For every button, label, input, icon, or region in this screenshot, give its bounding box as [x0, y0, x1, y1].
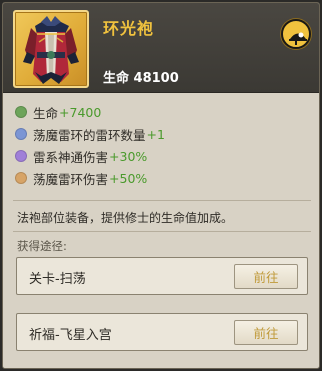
- attribute-row-0: 生命 +7400: [15, 101, 309, 123]
- attribute-label: 荡魔雷环伤害: [33, 171, 109, 187]
- item-icon-frame: [13, 10, 89, 88]
- attribute-list: 生命 +7400 荡魔雷环的雷环数量 +1 雷系神通伤害 +30% 荡魔雷环伤害…: [15, 101, 309, 189]
- attribute-row-1: 荡魔雷环的雷环数量 +1: [15, 123, 309, 145]
- item-detail-panel: 环光袍 生命 48100 生命 +7400 荡魔雷环的雷环数量 +1 雷系神通伤…: [2, 2, 320, 369]
- obtain-source-label: 关卡-扫荡: [29, 272, 86, 287]
- obtain-source-row: 祈福-飞星入宫 前往: [16, 313, 308, 351]
- item-header: 环光袍 生命 48100: [3, 3, 319, 93]
- attribute-gem-icon: [15, 172, 27, 184]
- attribute-label: 雷系神通伤害: [33, 149, 109, 165]
- attribute-gem-icon: [15, 128, 27, 140]
- hat-icon-button[interactable]: [281, 19, 311, 49]
- attribute-gem-icon: [15, 150, 27, 162]
- attribute-value: +30%: [109, 148, 148, 164]
- item-description: 法袍部位装备，提供修士的生命值加成。: [17, 211, 234, 225]
- divider: [13, 231, 311, 232]
- attribute-value: +1: [146, 126, 165, 142]
- attribute-value: +7400: [59, 104, 102, 120]
- attribute-gem-icon: [15, 106, 27, 118]
- item-name: 环光袍: [103, 19, 155, 38]
- obtain-source-label: 祈福-飞星入宫: [29, 328, 112, 343]
- obtain-title: 获得途径:: [17, 239, 67, 253]
- go-button[interactable]: 前往: [234, 264, 298, 289]
- obtain-source-row: 关卡-扫荡 前往: [16, 257, 308, 295]
- item-stat-label: 生命: [103, 71, 130, 86]
- go-button[interactable]: 前往: [234, 320, 298, 345]
- attribute-label: 荡魔雷环的雷环数量: [33, 127, 146, 143]
- item-main-stat: 生命 48100: [103, 67, 179, 86]
- attribute-row-2: 雷系神通伤害 +30%: [15, 145, 309, 167]
- attribute-row-3: 荡魔雷环伤害 +50%: [15, 167, 309, 189]
- robe-icon: [23, 16, 79, 84]
- attribute-label: 生命: [33, 105, 59, 121]
- attribute-value: +50%: [109, 170, 148, 186]
- item-stat-value: 48100: [133, 71, 179, 86]
- divider: [13, 200, 311, 201]
- hat-icon: [289, 32, 307, 45]
